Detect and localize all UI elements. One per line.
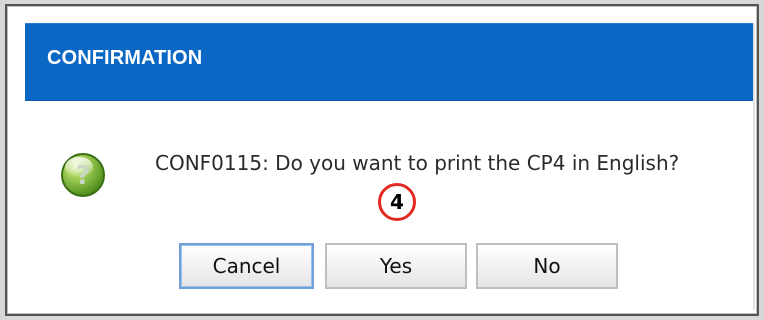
step-callout: 4 [378, 183, 416, 221]
svg-text:?: ? [75, 161, 90, 191]
dialog-content: ? ? CONF0115: Do you want to print the C… [25, 101, 753, 310]
dialog-title: CONFIRMATION [47, 47, 203, 69]
no-button[interactable]: No [476, 243, 618, 289]
confirmation-dialog: CONFIRMATION ? ? CONF0115: Do you want t… [5, 4, 759, 316]
yes-button[interactable]: Yes [325, 243, 467, 289]
question-icon-graphic: ? ? [61, 153, 105, 197]
dialog-message: CONF0115: Do you want to print the CP4 i… [155, 151, 680, 175]
dialog-titlebar: CONFIRMATION [25, 23, 753, 101]
dialog-right-shadow [753, 23, 755, 310]
dialog-buttons: Cancel Yes No [179, 243, 629, 289]
cancel-button[interactable]: Cancel [179, 243, 314, 289]
question-icon: ? ? [59, 151, 107, 199]
